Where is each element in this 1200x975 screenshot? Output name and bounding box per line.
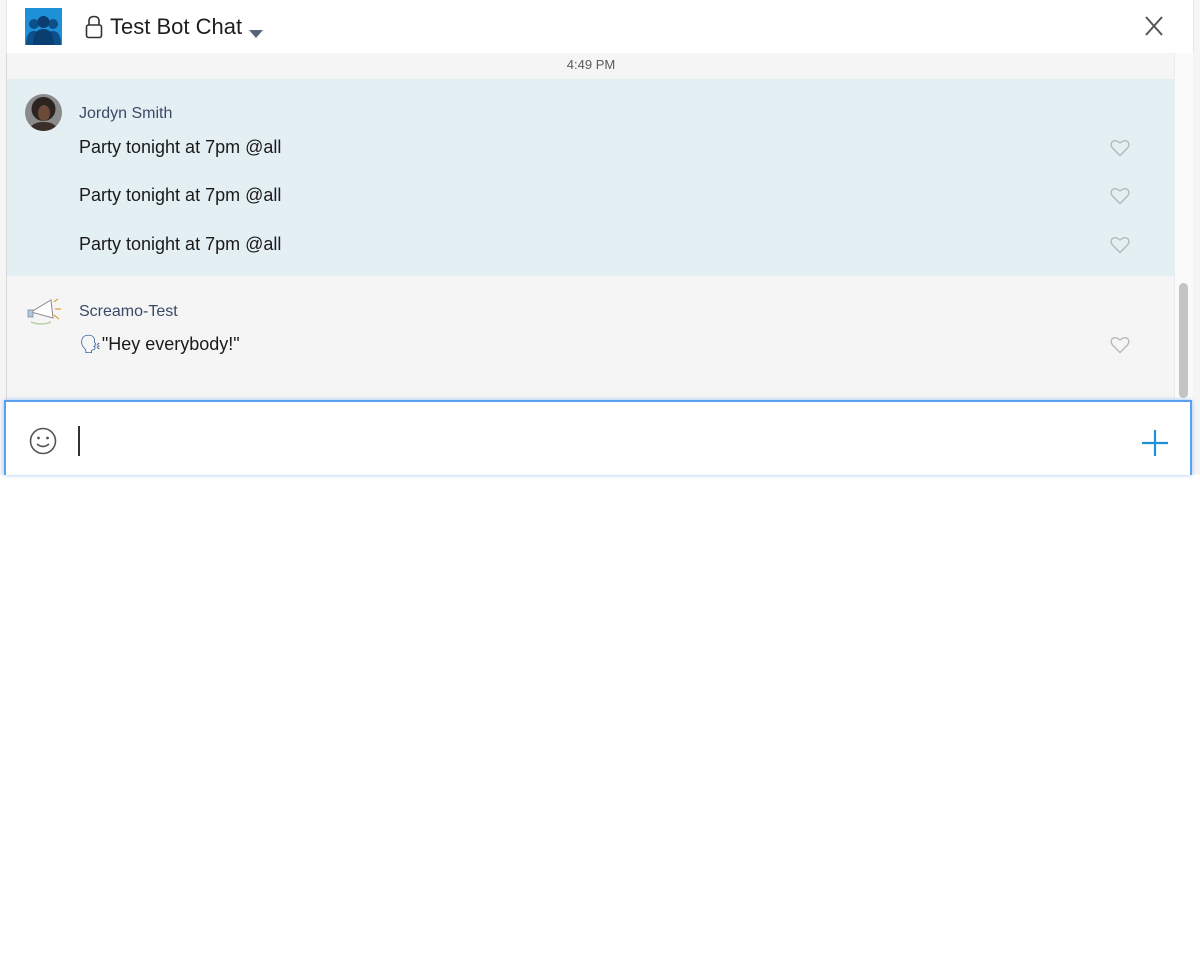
- caret-down-icon[interactable]: [249, 25, 263, 38]
- message-composer: [4, 400, 1192, 475]
- group-people-icon[interactable]: [25, 8, 62, 45]
- message-group: Jordyn Smith Party tonight at 7pm @all P…: [7, 79, 1175, 276]
- message-input[interactable]: [78, 426, 1118, 456]
- message-text: 🗣"Hey everybody!": [79, 332, 240, 356]
- scrollbar-thumb[interactable]: [1179, 283, 1188, 398]
- sender-name[interactable]: Jordyn Smith: [79, 105, 172, 123]
- chat-title[interactable]: Test Bot Chat: [110, 13, 242, 41]
- smiley-icon[interactable]: [28, 426, 58, 456]
- avatar[interactable]: [25, 94, 62, 131]
- heart-icon[interactable]: [1110, 187, 1130, 205]
- close-icon[interactable]: [1144, 15, 1164, 37]
- message-list[interactable]: 4:49 PM Jordyn Smith Party tonight at 7p…: [6, 53, 1175, 400]
- scrollbar[interactable]: [1174, 53, 1193, 400]
- message-text: Party tonight at 7pm @all: [79, 234, 282, 254]
- lock-icon: [85, 15, 103, 39]
- heart-icon[interactable]: [1110, 236, 1130, 254]
- chat-window: Test Bot Chat 4:49 PM Jordyn Smith Party…: [0, 0, 1200, 475]
- heart-icon[interactable]: [1110, 336, 1130, 354]
- message-text: Party tonight at 7pm @all: [79, 137, 282, 157]
- bot-megaphone-avatar[interactable]: [25, 292, 62, 329]
- message-body: "Hey everybody!": [101, 334, 240, 354]
- message-group: Screamo-Test 🗣"Hey everybody!": [7, 276, 1175, 400]
- message-timestamp: 4:49 PM: [566, 57, 616, 72]
- heart-icon[interactable]: [1110, 139, 1130, 157]
- plus-icon[interactable]: [1140, 428, 1170, 458]
- sender-name[interactable]: Screamo-Test: [79, 303, 178, 321]
- chat-header: Test Bot Chat: [6, 0, 1194, 53]
- message-text: Party tonight at 7pm @all: [79, 185, 282, 205]
- speaking-head-emoji: 🗣: [79, 334, 102, 354]
